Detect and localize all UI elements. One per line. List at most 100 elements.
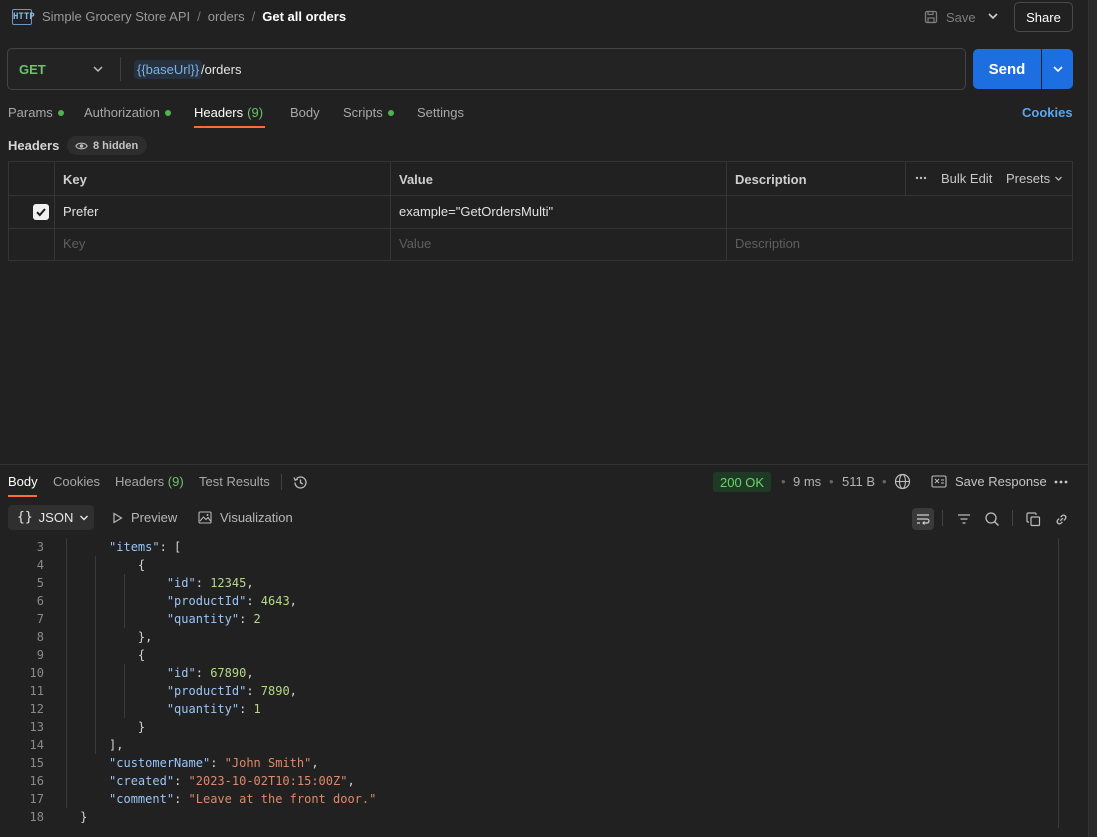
breadcrumb-request[interactable]: Get all orders: [262, 9, 346, 24]
share-button[interactable]: Share: [1014, 2, 1073, 32]
send-options-chevron-down-icon[interactable]: [1042, 49, 1073, 89]
bulk-edit-button[interactable]: Bulk Edit: [941, 171, 992, 186]
toolbar-separator: [942, 510, 943, 526]
code-line: 13 }: [29, 720, 146, 734]
column-header-key: Key: [63, 172, 87, 187]
more-options-icon[interactable]: [1054, 476, 1068, 488]
preview-label: Preview: [131, 510, 178, 525]
code-line: 14 ],: [29, 738, 124, 752]
response-tab-test-results[interactable]: Test Results: [199, 474, 270, 489]
tab-count: (9): [167, 474, 184, 489]
code-line: 12 "quantity": 1: [29, 702, 261, 716]
response-divider[interactable]: [0, 464, 1088, 465]
history-icon[interactable]: [292, 474, 309, 491]
breadcrumb: Simple Grocery Store API / orders / Get …: [42, 9, 346, 24]
tab-label: Params: [8, 105, 53, 120]
wrap-lines-icon[interactable]: [912, 508, 934, 530]
tab-params[interactable]: Params: [8, 105, 64, 120]
presets-dropdown[interactable]: Presets: [1006, 171, 1063, 186]
save-options-chevron-down-icon[interactable]: [986, 9, 1000, 23]
header-value-cell[interactable]: example="GetOrdersMulti": [399, 204, 553, 219]
code-line: 8 },: [36, 630, 153, 644]
tab-label: Body: [290, 105, 320, 120]
save-button[interactable]: Save: [924, 8, 976, 26]
hidden-count-label: 8 hidden: [93, 139, 139, 152]
filter-icon[interactable]: [953, 508, 975, 530]
status-badge[interactable]: 200 OK: [713, 472, 772, 492]
window-scrollbar[interactable]: [1088, 0, 1097, 837]
column-header-description: Description: [735, 172, 807, 187]
response-tab-headers[interactable]: Headers (9): [115, 474, 184, 489]
code-line: 7 "quantity": 2: [36, 612, 261, 626]
copy-icon[interactable]: [1022, 508, 1044, 530]
meta-separator: •: [882, 474, 887, 489]
url-input[interactable]: /orders: [201, 62, 241, 77]
url-variable[interactable]: {{baseUrl}}: [134, 60, 203, 79]
save-response-button[interactable]: Save Response: [931, 474, 1047, 489]
save-response-icon: [931, 475, 947, 488]
http-logo-icon: HTTP: [12, 9, 35, 25]
method-select[interactable]: GET: [19, 62, 46, 77]
header-enabled-checkbox[interactable]: [33, 204, 49, 220]
code-line: 9 {: [36, 648, 146, 662]
code-line: 11 "productId": 7890,: [29, 684, 297, 698]
breadcrumb-folder[interactable]: orders: [208, 9, 245, 24]
save-response-label: Save Response: [955, 474, 1047, 489]
tab-count: (9): [247, 105, 264, 120]
response-tab-body[interactable]: Body: [8, 474, 38, 489]
chevron-down-icon: [79, 513, 89, 523]
globe-icon[interactable]: [894, 473, 911, 490]
active-tab-underline: [194, 126, 265, 128]
code-line: 16 "created": "2023-10-02T10:15:00Z",: [29, 774, 355, 788]
method-chevron-down-icon[interactable]: [92, 63, 104, 75]
breadcrumb-separator: /: [251, 9, 256, 24]
url-divider: [120, 57, 121, 81]
meta-separator: •: [829, 474, 834, 489]
preview-button[interactable]: Preview: [112, 510, 177, 525]
response-body-viewer[interactable]: 3 "items": [ 4 { 5 "id": 12345, 6 "produ…: [0, 538, 1073, 837]
code-line: 3 "items": [: [36, 540, 182, 554]
active-tab-underline: [8, 495, 37, 497]
breadcrumb-collection[interactable]: Simple Grocery Store API: [42, 9, 190, 24]
code-line: 17 "comment": "Leave at the front door.": [29, 792, 377, 806]
link-icon[interactable]: [1050, 508, 1072, 530]
column-header-value: Value: [399, 172, 433, 187]
search-icon[interactable]: [981, 508, 1003, 530]
tab-authorization[interactable]: Authorization: [84, 105, 171, 120]
table-divider: [54, 162, 55, 260]
code-scrollbar[interactable]: [1058, 538, 1059, 828]
presets-label: Presets: [1006, 171, 1051, 186]
visualization-label: Visualization: [220, 510, 293, 525]
header-key-cell[interactable]: Prefer: [63, 204, 98, 219]
response-tab-cookies[interactable]: Cookies: [53, 474, 100, 489]
tab-dot: [387, 109, 394, 116]
send-button[interactable]: Send: [973, 49, 1041, 89]
response-time[interactable]: 9 ms: [793, 474, 821, 489]
tab-scripts[interactable]: Scripts: [343, 105, 394, 120]
response-size[interactable]: 511 B: [842, 474, 875, 489]
hidden-headers-toggle[interactable]: 8 hidden: [67, 136, 148, 155]
check-icon: [36, 208, 46, 217]
new-description-input[interactable]: Description: [735, 236, 800, 251]
tab-label: Headers: [194, 105, 244, 120]
tab-separator: [281, 474, 282, 490]
table-divider: [9, 195, 1072, 196]
code-line: 10 "id": 67890,: [29, 666, 254, 680]
tab-body[interactable]: Body: [290, 105, 320, 120]
more-options-icon[interactable]: [915, 172, 927, 184]
play-icon: [112, 511, 123, 524]
tab-label: Settings: [417, 105, 464, 120]
url-bar: GET {{baseUrl}} /orders: [7, 48, 966, 90]
tab-label: Headers: [115, 474, 165, 489]
tab-headers[interactable]: Headers (9): [194, 105, 263, 120]
tab-settings[interactable]: Settings: [417, 105, 464, 120]
new-value-input[interactable]: Value: [399, 236, 431, 251]
toolbar-separator: [1012, 510, 1013, 526]
tab-dot: [164, 109, 171, 116]
eye-icon: [75, 141, 93, 151]
new-key-input[interactable]: Key: [63, 236, 85, 251]
table-divider: [9, 228, 1072, 229]
format-select[interactable]: {} JSON: [8, 505, 94, 530]
cookies-link[interactable]: Cookies: [1022, 105, 1073, 120]
visualization-button[interactable]: Visualization: [198, 510, 293, 525]
